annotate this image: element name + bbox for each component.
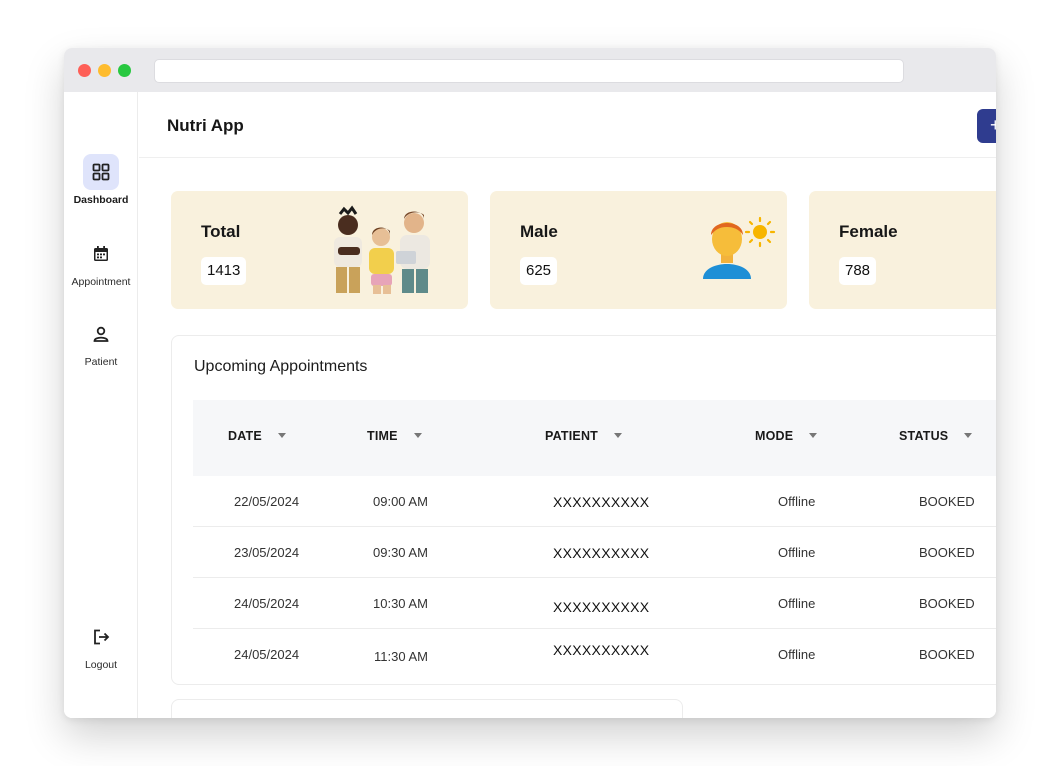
grid-icon	[83, 154, 119, 190]
sidebar: Dashboard Appointment Patient Logout	[64, 92, 138, 718]
sidebar-item-label: Dashboard	[73, 194, 129, 206]
cell-mode: Offline	[778, 545, 816, 560]
sidebar-item-label: Logout	[84, 659, 118, 671]
sidebar-item-appointment[interactable]: Appointment	[64, 236, 138, 288]
cell-time: 09:30 AM	[373, 545, 428, 560]
stat-card-female: Female 788	[809, 191, 996, 309]
stat-title: Total	[201, 222, 241, 241]
stat-card-male: Male 625	[490, 191, 787, 309]
sort-caret-icon	[964, 433, 973, 439]
app-title: Nutri App	[167, 116, 244, 135]
table-row[interactable]: 23/05/2024 09:30 AM XXXXXXXXXX Offline B…	[193, 527, 996, 578]
top-bar: Nutri App +	[139, 92, 996, 158]
minimize-window-button[interactable]	[98, 64, 111, 77]
logout-icon	[83, 619, 119, 655]
sort-caret-icon	[277, 433, 286, 439]
maximize-window-button[interactable]	[118, 64, 131, 77]
sidebar-item-logout[interactable]: Logout	[64, 619, 138, 671]
sort-caret-icon	[413, 433, 422, 439]
close-window-button[interactable]	[78, 64, 91, 77]
sidebar-item-label: Appointment	[71, 276, 131, 288]
column-header-time[interactable]: TIME	[367, 429, 422, 443]
sidebar-item-dashboard[interactable]: Dashboard	[64, 154, 138, 206]
cell-status: BOOKED	[919, 545, 975, 560]
browser-titlebar	[64, 48, 996, 92]
table-row[interactable]: 24/05/2024 10:30 AM XXXXXXXXXX Offline B…	[193, 578, 996, 629]
stat-title: Male	[520, 222, 558, 241]
cell-mode: Offline	[778, 494, 816, 509]
app-container: Dashboard Appointment Patient Logout Nut…	[64, 92, 996, 718]
cell-date: 22/05/2024	[234, 494, 300, 509]
secondary-card	[171, 699, 683, 718]
sidebar-item-patient[interactable]: Patient	[64, 316, 138, 368]
cell-time: 11:30 AM	[374, 649, 428, 664]
stat-card-total: Total 1413	[171, 191, 468, 309]
column-header-mode[interactable]: MODE	[755, 429, 818, 443]
column-header-date[interactable]: DATE	[228, 429, 286, 443]
column-header-patient[interactable]: PATIENT	[545, 429, 623, 443]
cell-date: 24/05/2024	[234, 596, 300, 611]
cell-mode: Offline	[778, 647, 816, 662]
calendar-icon	[83, 236, 119, 272]
table-row[interactable]: 24/05/2024 11:30 AM XXXXXXXXXX Offline B…	[193, 629, 996, 680]
cell-status: BOOKED	[919, 596, 975, 611]
add-button[interactable]: +	[977, 109, 996, 143]
address-bar[interactable]	[154, 59, 904, 83]
main-content: Nutri App + Total 1413 Male 625 Female 7…	[139, 92, 996, 718]
sort-caret-icon	[809, 433, 818, 439]
cell-status: BOOKED	[919, 494, 975, 509]
stat-value: 625	[520, 257, 558, 285]
cell-patient: XXXXXXXXXX	[553, 642, 650, 658]
stat-value: 1413	[201, 257, 247, 285]
male-person-icon	[703, 216, 776, 279]
cell-date: 23/05/2024	[234, 545, 300, 560]
cell-date: 24/05/2024	[234, 647, 300, 662]
group-people-icon	[334, 205, 430, 294]
sort-caret-icon	[614, 433, 623, 439]
user-icon	[83, 316, 119, 352]
stat-value: 788	[839, 257, 877, 285]
cell-patient: XXXXXXXXXX	[553, 494, 650, 510]
table-header: DATE TIME PATIENT MODE STATUS	[193, 400, 996, 476]
table-row[interactable]: 22/05/2024 09:00 AM XXXXXXXXXX Offline B…	[193, 476, 996, 527]
cell-mode: Offline	[778, 596, 816, 611]
browser-window: Dashboard Appointment Patient Logout Nut…	[64, 48, 996, 718]
cell-time: 09:00 AM	[373, 494, 428, 509]
cell-time: 10:30 AM	[373, 596, 428, 611]
cell-status: BOOKED	[919, 647, 975, 662]
sidebar-item-label: Patient	[84, 356, 118, 368]
cell-patient: XXXXXXXXXX	[553, 545, 650, 561]
cell-patient: XXXXXXXXXX	[553, 599, 650, 615]
section-title: Upcoming Appointments	[194, 358, 368, 375]
stat-title: Female	[839, 222, 898, 241]
column-header-status[interactable]: STATUS	[899, 429, 973, 443]
upcoming-appointments-card: Upcoming Appointments DATE TIME PATIENT …	[171, 335, 996, 685]
